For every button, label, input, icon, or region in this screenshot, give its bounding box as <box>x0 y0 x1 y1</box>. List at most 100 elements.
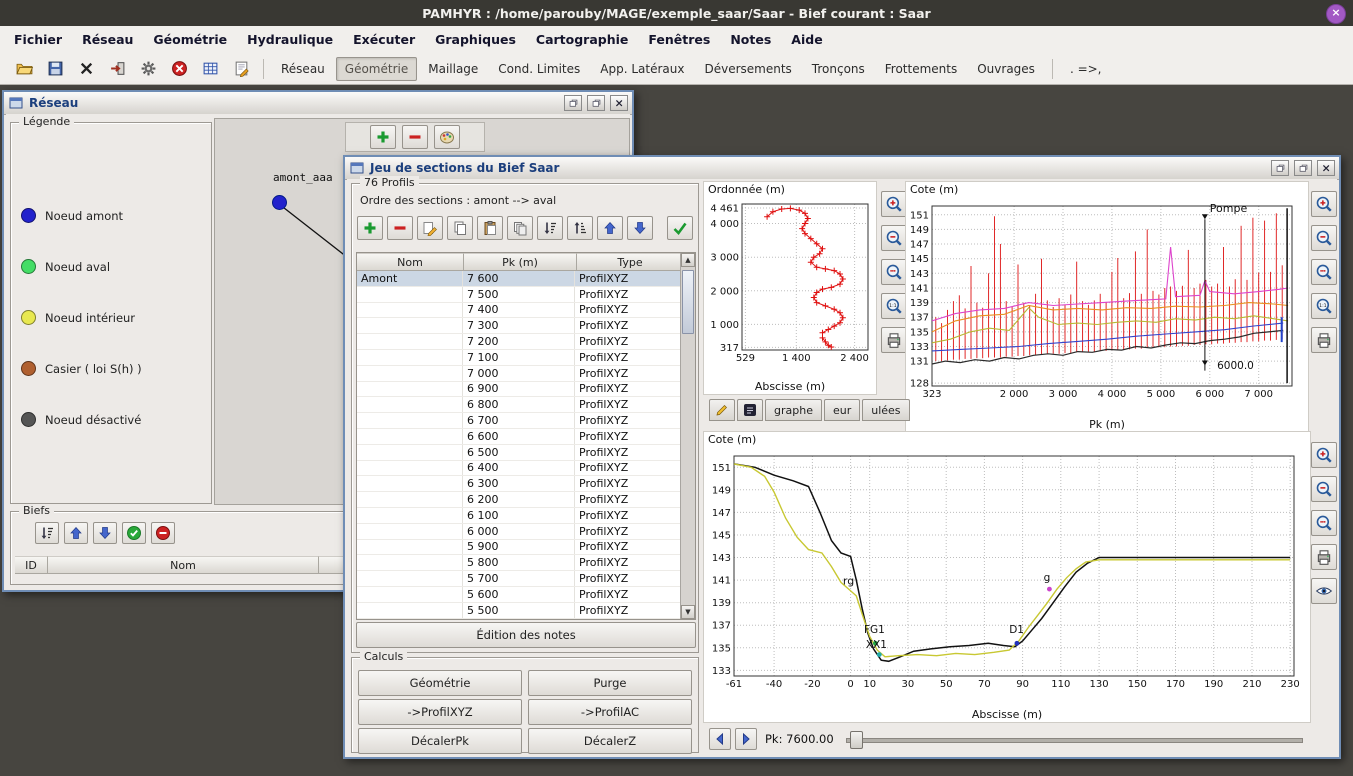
tab-notes-dark[interactable] <box>737 399 763 421</box>
add-button[interactable] <box>370 125 396 149</box>
menu-item-reseau[interactable]: Réseau <box>72 28 143 51</box>
sort-asc-button[interactable] <box>567 216 593 240</box>
menu-item-executer[interactable]: Exécuter <box>343 28 425 51</box>
zoom-in-button[interactable] <box>1311 191 1337 217</box>
add-button[interactable] <box>357 216 383 240</box>
table-row[interactable]: 6 000ProfilXYZ <box>357 524 681 540</box>
upstream-node[interactable] <box>272 195 287 210</box>
tab-ulees[interactable]: ulées <box>862 399 909 421</box>
calc-button-decalerz[interactable]: DécalerZ <box>528 728 692 754</box>
remove-button[interactable] <box>402 125 428 149</box>
maximize-button[interactable] <box>587 95 605 111</box>
calc-button-profilxyz[interactable]: ->ProfilXYZ <box>358 699 522 725</box>
app-close-button[interactable]: × <box>1326 4 1346 24</box>
table-row[interactable]: 6 900ProfilXYZ <box>357 382 681 398</box>
slider-groove[interactable] <box>846 738 1303 743</box>
toolbar-button-frottements[interactable]: Frottements <box>876 57 966 81</box>
table-row[interactable]: 5 600ProfilXYZ <box>357 587 681 603</box>
biefs-column-id[interactable]: ID <box>15 556 48 574</box>
table-row[interactable]: 5 900ProfilXYZ <box>357 540 681 556</box>
zoom-out-button[interactable] <box>881 225 907 251</box>
zoom-one-button[interactable]: 1:1 <box>1311 293 1337 319</box>
calc-button-purge[interactable]: Purge <box>528 670 692 696</box>
stop-button[interactable] <box>165 55 193 82</box>
maximize-button[interactable] <box>1294 160 1312 176</box>
apply-button[interactable] <box>667 216 693 240</box>
move-up-button[interactable] <box>64 522 88 544</box>
table-row[interactable]: 5 800ProfilXYZ <box>357 555 681 571</box>
sort-desc-button[interactable] <box>35 522 59 544</box>
table-row[interactable]: 7 300ProfilXYZ <box>357 318 681 334</box>
print-button[interactable] <box>1311 544 1337 570</box>
menu-item-hydraulique[interactable]: Hydraulique <box>237 28 343 51</box>
toolbar-button-cond-limites[interactable]: Cond. Limites <box>489 57 589 81</box>
import-button[interactable] <box>103 55 131 82</box>
menu-item-fenetres[interactable]: Fenêtres <box>638 28 720 51</box>
table-row[interactable]: 7 500ProfilXYZ <box>357 287 681 303</box>
pk-slider[interactable] <box>846 729 1303 749</box>
print-button[interactable] <box>1311 327 1337 353</box>
scrollbar-thumb[interactable] <box>682 270 694 334</box>
paste-button[interactable] <box>477 216 503 240</box>
undock-button[interactable] <box>1271 160 1289 176</box>
table-row[interactable]: 7 000ProfilXYZ <box>357 366 681 382</box>
table-row[interactable]: 7 200ProfilXYZ <box>357 334 681 350</box>
slider-handle[interactable] <box>850 731 863 749</box>
zoom-one-button[interactable]: 1:1 <box>881 293 907 319</box>
settings-button[interactable] <box>134 55 162 82</box>
duplicate-button[interactable] <box>507 216 533 240</box>
toolbar-button-deversements[interactable]: Déversements <box>695 57 800 81</box>
table-row[interactable]: 5 700ProfilXYZ <box>357 571 681 587</box>
calc-button-decalerpk[interactable]: DécalerPk <box>358 728 522 754</box>
zoom-fit-button[interactable] <box>1311 510 1337 536</box>
zoom-out-button[interactable] <box>1311 476 1337 502</box>
minus-circle-button[interactable] <box>151 522 175 544</box>
plan-plot[interactable]: Ordonnée (m) 4 4614 0003 0002 0001 00031… <box>703 181 877 395</box>
biefs-column-nom[interactable]: Nom <box>48 556 319 574</box>
table-row[interactable]: 6 400ProfilXYZ <box>357 461 681 477</box>
longitudinal-plot[interactable]: Cote (m) 1511491471451431411391371351331… <box>905 181 1309 433</box>
check-circle-button[interactable] <box>122 522 146 544</box>
tab-eur[interactable]: eur <box>824 399 860 421</box>
sort-desc-button[interactable] <box>537 216 563 240</box>
toolbar-button-troncons[interactable]: Tronçons <box>803 57 874 81</box>
cross-section-plot[interactable]: Cote (m) 151149147145143141139137135133-… <box>703 431 1311 723</box>
copy-button[interactable] <box>447 216 473 240</box>
table-row[interactable]: 6 600ProfilXYZ <box>357 429 681 445</box>
column-header-nom[interactable]: Nom <box>357 253 464 271</box>
table-row[interactable]: 6 300ProfilXYZ <box>357 476 681 492</box>
menu-item-geometrie[interactable]: Géométrie <box>143 28 237 51</box>
table-row[interactable]: 6 200ProfilXYZ <box>357 492 681 508</box>
edit-notes-button[interactable]: Édition des notes <box>356 622 696 648</box>
calc-button-profilac[interactable]: ->ProfilAC <box>528 699 692 725</box>
grid-button[interactable] <box>196 55 224 82</box>
calc-button-geometrie[interactable]: Géométrie <box>358 670 522 696</box>
palette-button[interactable] <box>434 125 460 149</box>
toolbar-button-ouvrages[interactable]: Ouvrages <box>968 57 1044 81</box>
save-button[interactable] <box>41 55 69 82</box>
zoom-fit-button[interactable] <box>1311 259 1337 285</box>
menu-item-fichier[interactable]: Fichier <box>4 28 72 51</box>
undock-button[interactable] <box>564 95 582 111</box>
toolbar-button-app-lateraux[interactable]: App. Latéraux <box>591 57 693 81</box>
menu-item-notes[interactable]: Notes <box>720 28 781 51</box>
table-row[interactable]: 6 700ProfilXYZ <box>357 413 681 429</box>
next-section-button[interactable] <box>735 728 757 750</box>
notes-button[interactable] <box>227 55 255 82</box>
menu-item-aide[interactable]: Aide <box>781 28 832 51</box>
toolbar-button-maillage[interactable]: Maillage <box>419 57 487 81</box>
edit-button[interactable] <box>417 216 443 240</box>
zoom-in-button[interactable] <box>881 191 907 217</box>
delete-x-button[interactable] <box>72 55 100 82</box>
table-row[interactable]: 7 400ProfilXYZ <box>357 303 681 319</box>
toolbar-extra-button[interactable]: . =>, <box>1061 57 1111 81</box>
sections-window-titlebar[interactable]: Jeu de sections du Bief Saar <box>345 157 1339 180</box>
column-header-pk-m[interactable]: Pk (m) <box>464 253 577 271</box>
move-down-button[interactable] <box>93 522 117 544</box>
table-row[interactable]: 6 500ProfilXYZ <box>357 445 681 461</box>
move-up-button[interactable] <box>597 216 623 240</box>
scroll-up-button[interactable]: ▲ <box>681 253 695 267</box>
zoom-out-button[interactable] <box>1311 225 1337 251</box>
table-scrollbar[interactable]: ▲ ▼ <box>680 253 695 619</box>
menu-item-cartographie[interactable]: Cartographie <box>526 28 639 51</box>
